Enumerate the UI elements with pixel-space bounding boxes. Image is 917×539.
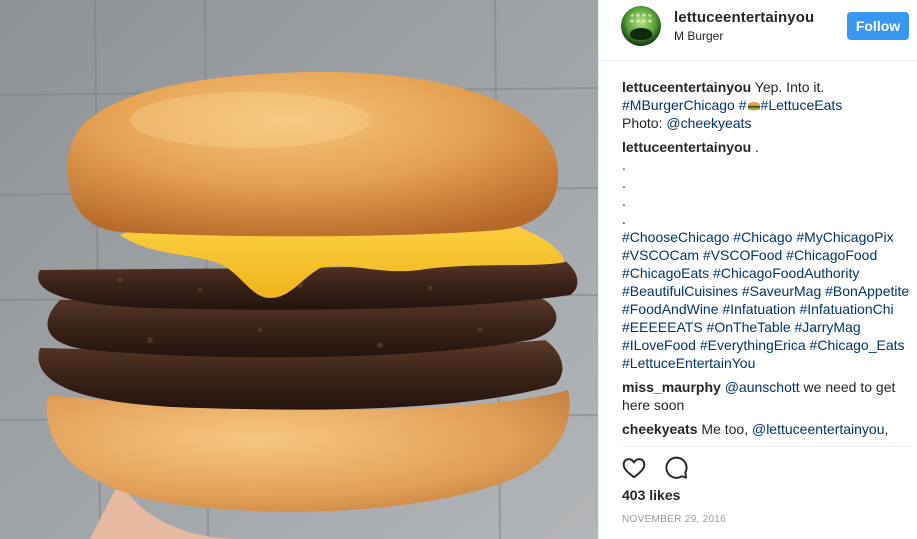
comment-text: . [755,139,759,155]
avatar[interactable] [621,6,661,46]
location[interactable]: M Burger [674,29,723,43]
hashtag[interactable]: #LettuceEats [761,97,843,113]
hashtag-comment: lettuceentertainyou . . . . . #ChooseChi… [622,138,912,372]
follow-button[interactable]: Follow [847,12,909,40]
dot-line: . [622,157,626,173]
likes-count[interactable]: 403 likes [622,487,680,503]
photo-label: Photo: [622,115,663,131]
comment-author[interactable]: cheekyeats [622,421,698,437]
comment: cheekyeats Me too, @lettuceentertainyou, [622,420,912,438]
burger-emoji-icon [747,102,760,111]
comments-list[interactable]: lettuceentertainyou Yep. Into it. #MBurg… [622,78,912,441]
hashtag-block[interactable]: #ChooseChicago #Chicago #MyChicagoPix #V… [622,228,912,372]
heart-outline-icon[interactable] [621,455,647,481]
avatar-leaf [630,28,652,40]
dot-line: . [622,193,626,209]
divider [622,446,912,447]
mention[interactable]: @aunschott [725,379,800,395]
post-date[interactable]: NOVEMBER 29, 2016 [622,514,726,525]
speech-bubble-icon[interactable] [663,455,689,481]
avatar-pattern [629,12,653,26]
caption: lettuceentertainyou Yep. Into it. #MBurg… [622,78,912,132]
dot-line: . [622,175,626,191]
post-sidebar: lettuceentertainyou M Burger Follow lett… [598,0,917,539]
comment: miss_maurphy @aunschott we need to get h… [622,378,912,414]
hashtag[interactable]: #MBurgerChicago [622,97,735,113]
hashtag-prefix[interactable]: # [739,97,747,113]
username[interactable]: lettuceentertainyou [674,9,814,26]
mention[interactable]: @cheekyeats [666,115,751,131]
comment-text-tail: , [884,421,889,437]
post-header: lettuceentertainyou M Burger Follow [599,0,917,61]
comment-text: Me too, [697,421,752,437]
dot-line: . [622,211,626,227]
caption-text: Yep. Into it. [754,79,825,95]
comment-author[interactable]: lettuceentertainyou [622,139,751,155]
comment-author[interactable]: miss_maurphy [622,379,721,395]
post-actions [621,455,689,481]
comment-author[interactable]: lettuceentertainyou [622,79,751,95]
post-photo[interactable] [0,0,598,539]
mention[interactable]: @lettuceentertainyou [752,421,885,437]
